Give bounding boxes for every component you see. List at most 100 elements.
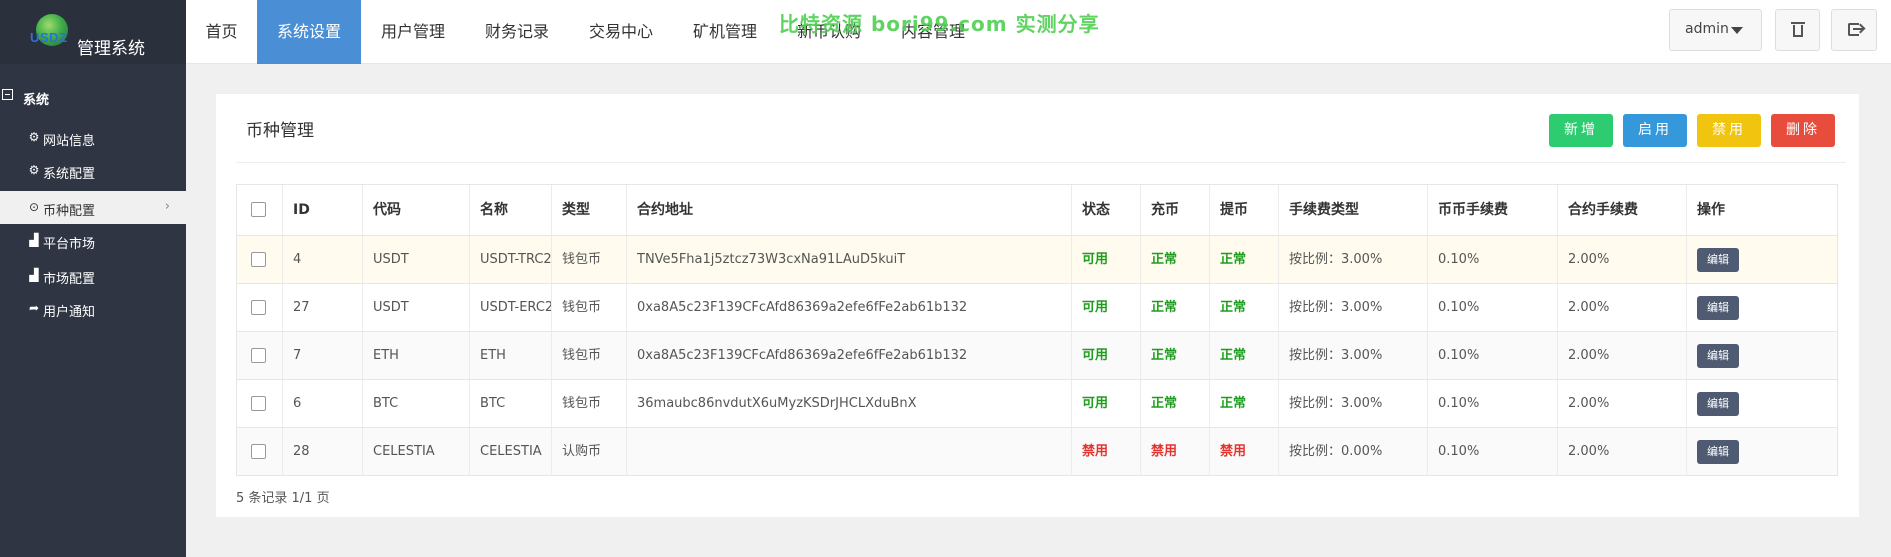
trash-icon (1791, 22, 1805, 37)
sidebar-section-system[interactable]: 系统 (0, 84, 186, 110)
cell-code: ETH (362, 332, 469, 379)
cell-address: TNVe5Fha1j5ztcz73W3cxNa91LAuD5kuiT (626, 236, 1071, 283)
chevron-right-icon: › (164, 199, 170, 214)
cell-name: USDT-ERC20 (469, 284, 551, 331)
nav-tab-home[interactable]: 首页 (186, 0, 257, 64)
sidebar-item-label: 网站信息 (43, 134, 96, 149)
sidebar-item-2[interactable]: ⚙ 系统配置 (0, 154, 186, 187)
edit-button[interactable]: 编辑 (1697, 440, 1739, 464)
sidebar-item-label: 系统配置 (43, 167, 96, 182)
row-checkbox[interactable] (251, 348, 266, 363)
cell-action: 编辑 (1686, 284, 1839, 331)
select-all-checkbox[interactable] (251, 202, 266, 217)
sidebar-item-3[interactable]: ⊙ 币种配置 › (0, 191, 186, 224)
table-row: 28 CELESTIA CELESTIA 认购币 禁用 禁用 禁用 按比例：0.00% 0.10… (237, 427, 1837, 475)
cell-type: 钱包币 (551, 380, 626, 427)
row-checkbox[interactable] (251, 396, 266, 411)
circle-dot-icon: ⊙ (28, 200, 40, 214)
sidebar-item-label: 币种配置 (43, 204, 96, 219)
cell-action: 编辑 (1686, 332, 1839, 379)
cell-status: 可用 (1071, 380, 1140, 427)
cell-deposit: 禁用 (1140, 428, 1209, 475)
cell-address: 36maubc86nvdutX6uMyzKSDrJHCLXduBnX (626, 380, 1071, 427)
cell-id: 27 (282, 284, 362, 331)
brand-logo[interactable]: USDZ 管理系统 (0, 0, 186, 64)
row-select-cell (237, 236, 282, 283)
clear-cache-button[interactable] (1775, 9, 1820, 51)
cell-name: CELESTIA (469, 428, 551, 475)
cell-id: 6 (282, 380, 362, 427)
cell-status: 禁用 (1071, 428, 1140, 475)
cell-code: USDT (362, 284, 469, 331)
column-header: 状态 (1071, 185, 1140, 235)
logout-button[interactable] (1831, 9, 1877, 51)
cell-spot_fee: 0.10% (1427, 428, 1557, 475)
table-row: 6 BTC BTC 钱包币 36maubc86nvdutX6uMyzKSDrJHCLXd… (237, 379, 1837, 427)
cell-contract_fee: 2.00% (1557, 236, 1686, 283)
sidebar-item-4[interactable]: ▟ 平台市场 (0, 224, 186, 257)
edit-button[interactable]: 编辑 (1697, 344, 1739, 368)
nav-tab-trade-center[interactable]: 交易中心 (569, 0, 673, 64)
globe-logo-icon: USDZ (30, 12, 74, 54)
add-button[interactable]: 新增 (1549, 114, 1613, 147)
edit-button[interactable]: 编辑 (1697, 248, 1739, 272)
nav-tab-miner-management[interactable]: 矿机管理 (673, 0, 777, 64)
sidebar-item-5[interactable]: ▟ 市场配置 (0, 259, 186, 292)
admin-username: admin (1685, 21, 1729, 37)
column-header: 合约手续费 (1557, 185, 1686, 235)
cell-spot_fee: 0.10% (1427, 236, 1557, 283)
cell-contract_fee: 2.00% (1557, 380, 1686, 427)
row-checkbox[interactable] (251, 444, 266, 459)
cell-address: 0xa8A5c23F139CFcAfd86369a2efe6fFe2ab61b1… (626, 284, 1071, 331)
cell-type: 钱包币 (551, 284, 626, 331)
cell-contract_fee: 2.00% (1557, 284, 1686, 331)
logout-icon (1848, 22, 1864, 38)
nav-tab-user-management[interactable]: 用户管理 (361, 0, 465, 64)
cell-name: BTC (469, 380, 551, 427)
cell-deposit: 正常 (1140, 380, 1209, 427)
column-header: 提币 (1209, 185, 1278, 235)
cell-withdraw: 正常 (1209, 332, 1278, 379)
cell-action: 编辑 (1686, 428, 1839, 475)
cell-action: 编辑 (1686, 380, 1839, 427)
cell-code: CELESTIA (362, 428, 469, 475)
sidebar-item-1[interactable]: ⚙ 网站信息 (0, 121, 186, 154)
sidebar-item-label: 用户通知 (43, 305, 96, 320)
cell-type: 钱包币 (551, 332, 626, 379)
table-row: 27USDTUSDT-ERC20钱包币0xa8A5c23F139CFcAfd86… (237, 283, 1837, 331)
cell-type: 钱包币 (551, 236, 626, 283)
column-header: 类型 (551, 185, 626, 235)
cell-address: 0xa8A5c23F139CFcAfd86369a2efe6fFe2ab61b1… (626, 332, 1071, 379)
cell-deposit: 正常 (1140, 332, 1209, 379)
top-navbar: 首页 系统设置 用户管理 财务记录 交易中心 矿机管理 新币认购 内容管理 比特资源 bori… (186, 0, 1891, 64)
table-row: 7 ETH ETH 钱包币 0xa8A5c23F139CFcAfd86369a2efe6… (237, 331, 1837, 379)
cell-spot_fee: 0.10% (1427, 380, 1557, 427)
cell-name: ETH (469, 332, 551, 379)
edit-button[interactable]: 编辑 (1697, 392, 1739, 416)
cell-id: 28 (282, 428, 362, 475)
sidebar-item-6[interactable]: ➦ 用户通知 (0, 292, 186, 325)
admin-user-dropdown[interactable]: admin (1669, 9, 1762, 51)
nav-tab-finance-records[interactable]: 财务记录 (465, 0, 569, 64)
enable-button[interactable]: 启用 (1623, 114, 1687, 147)
disable-button[interactable]: 禁用 (1697, 114, 1761, 147)
edit-button[interactable]: 编辑 (1697, 296, 1739, 320)
cell-id: 7 (282, 332, 362, 379)
cell-status: 可用 (1071, 284, 1140, 331)
row-checkbox[interactable] (251, 252, 266, 267)
row-select-cell (237, 380, 282, 427)
row-checkbox[interactable] (251, 300, 266, 315)
nav-tab-system-settings[interactable]: 系统设置 (257, 0, 361, 64)
bar-chart-icon: ▟ (29, 268, 39, 282)
caret-down-icon (1731, 27, 1743, 34)
row-select-cell (237, 428, 282, 475)
delete-button[interactable]: 删除 (1771, 114, 1835, 147)
cell-code: BTC (362, 380, 469, 427)
cell-contract_fee: 2.00% (1557, 428, 1686, 475)
cell-fee_type: 按比例：3.00% (1278, 332, 1427, 379)
collapse-icon[interactable] (2, 89, 13, 100)
bar-chart-icon: ▟ (29, 233, 39, 247)
cell-deposit: 正常 (1140, 236, 1209, 283)
cell-withdraw: 正常 (1209, 284, 1278, 331)
cell-fee_type: 按比例：3.00% (1278, 236, 1427, 283)
